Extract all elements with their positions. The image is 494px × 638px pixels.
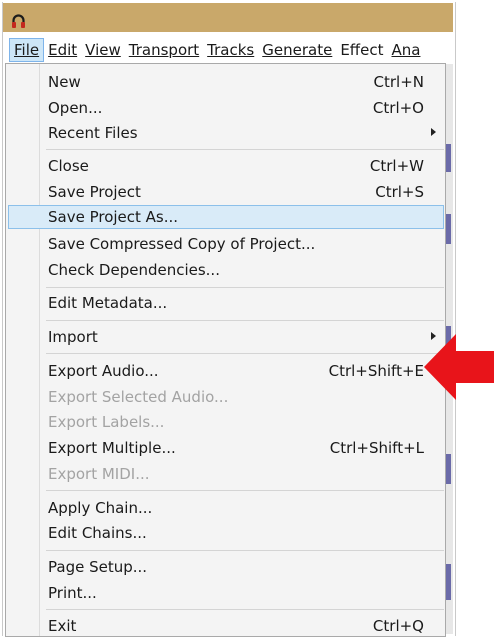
red-arrow-icon bbox=[424, 334, 494, 400]
title-bar bbox=[3, 3, 453, 32]
submenu-arrow-icon bbox=[431, 128, 436, 136]
menu-item-save-project-as[interactable]: Save Project As... bbox=[8, 205, 444, 229]
menu-item-edit-metadata[interactable]: Edit Metadata... bbox=[8, 291, 444, 315]
menu-separator bbox=[46, 353, 444, 354]
menu-file[interactable]: File bbox=[9, 37, 45, 62]
menu-item-open[interactable]: Open... Ctrl+O bbox=[8, 96, 444, 120]
track-marker bbox=[446, 454, 451, 484]
menu-item-new[interactable]: New Ctrl+N bbox=[8, 70, 444, 94]
menu-item-apply-chain[interactable]: Apply Chain... bbox=[8, 496, 444, 520]
menu-item-export-labels[interactable]: Export Labels... bbox=[8, 410, 444, 434]
track-marker bbox=[446, 564, 451, 600]
menu-item-print[interactable]: Print... bbox=[8, 581, 444, 605]
menu-bar: File Edit View Transport Tracks Generate… bbox=[3, 37, 453, 62]
menu-item-export-selected-audio[interactable]: Export Selected Audio... bbox=[8, 385, 444, 409]
menu-transport[interactable]: Transport bbox=[125, 38, 203, 62]
menu-item-export-midi[interactable]: Export MIDI... bbox=[8, 462, 444, 486]
menu-item-exit[interactable]: Exit Ctrl+Q bbox=[8, 614, 444, 638]
icon-gutter-divider bbox=[39, 64, 40, 636]
menu-tracks[interactable]: Tracks bbox=[203, 38, 258, 62]
menu-item-save-project[interactable]: Save Project Ctrl+S bbox=[8, 180, 444, 204]
menu-item-check-dependencies[interactable]: Check Dependencies... bbox=[8, 258, 444, 282]
menu-item-close[interactable]: Close Ctrl+W bbox=[8, 154, 444, 178]
menu-item-export-audio[interactable]: Export Audio... Ctrl+Shift+E bbox=[8, 359, 444, 383]
menu-view[interactable]: View bbox=[81, 38, 125, 62]
menu-item-import[interactable]: Import bbox=[8, 325, 444, 349]
menu-separator bbox=[46, 550, 444, 551]
menu-item-recent-files[interactable]: Recent Files bbox=[8, 121, 444, 145]
track-marker bbox=[446, 214, 451, 244]
menu-item-export-multiple[interactable]: Export Multiple... Ctrl+Shift+L bbox=[8, 436, 444, 460]
menu-separator bbox=[46, 490, 444, 491]
menu-separator bbox=[46, 287, 444, 288]
menu-generate[interactable]: Generate bbox=[258, 38, 336, 62]
menu-separator bbox=[46, 609, 444, 610]
menu-edit[interactable]: Edit bbox=[44, 38, 81, 62]
headphones-icon[interactable] bbox=[12, 14, 25, 28]
menu-analyze[interactable]: Ana bbox=[387, 38, 424, 62]
menu-item-edit-chains[interactable]: Edit Chains... bbox=[8, 521, 444, 545]
menu-effect[interactable]: Effect bbox=[336, 38, 387, 62]
menu-item-save-compressed-copy[interactable]: Save Compressed Copy of Project... bbox=[8, 232, 444, 256]
menu-separator bbox=[46, 320, 444, 321]
menu-item-page-setup[interactable]: Page Setup... bbox=[8, 555, 444, 579]
file-menu-dropdown: New Ctrl+N Open... Ctrl+O Recent Files C… bbox=[5, 63, 446, 637]
track-marker bbox=[446, 144, 451, 172]
menu-separator bbox=[46, 149, 444, 150]
